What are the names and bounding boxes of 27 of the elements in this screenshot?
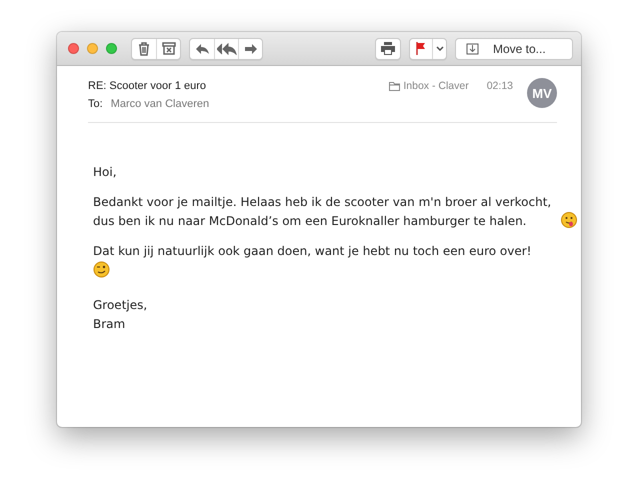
closing-text: Groetjes,	[93, 298, 148, 312]
right-arrow-icon	[244, 42, 258, 54]
recipient-name: Marco van Claveren	[110, 98, 210, 110]
smiley-icon	[561, 212, 578, 229]
reply-all-icon	[216, 42, 236, 54]
body-paragraph: Hoi,	[93, 164, 118, 181]
caret-button[interactable]	[432, 38, 446, 58]
printer-icon	[380, 42, 396, 55]
caret-icon	[436, 46, 444, 51]
reply-all-button[interactable]	[214, 38, 238, 58]
archive-box-icon	[162, 42, 176, 55]
folder-icon	[389, 82, 400, 91]
avatar: MV	[527, 78, 557, 108]
move-to-button[interactable]: Move to...	[455, 38, 573, 60]
flag-icon	[416, 42, 426, 55]
trash-icon	[138, 42, 150, 56]
body-paragraph: Dat kun jij natuurlijk ook gaan doen, want je hebt nu toch een euro over!	[93, 243, 532, 260]
signature-name: Bram	[93, 317, 126, 331]
close-button[interactable]	[68, 43, 79, 54]
subject-text: RE: Scooter voor 1 euro	[88, 80, 208, 92]
time-text: 02:13	[486, 80, 513, 92]
reply-icon	[194, 42, 210, 54]
tray-icon	[466, 42, 479, 54]
to-label: To:	[88, 98, 103, 110]
smiley-icon	[93, 261, 110, 278]
body-paragraph: Bedankt voor je mailtje. Helaas heb ik de scooter van m'n broer al verkocht, dus ben ik nu naar McDonald’s om een Euroknaller hamburger te halen.	[93, 194, 552, 230]
mailbox-label: Inbox - Claver	[403, 80, 469, 92]
